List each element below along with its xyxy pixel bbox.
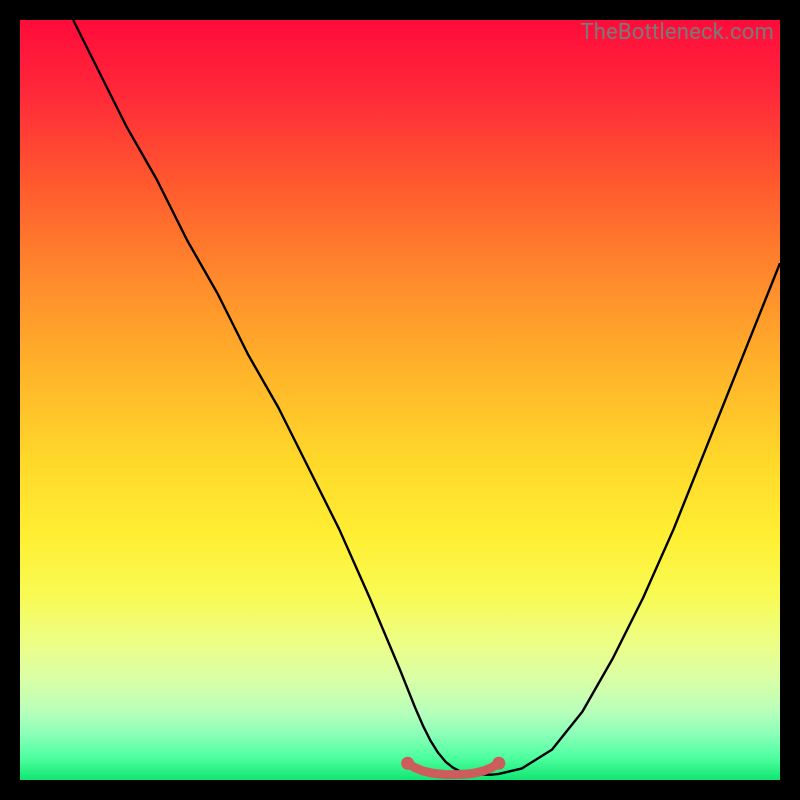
floor-marker-endpoint (492, 757, 505, 770)
chart-svg (20, 20, 780, 780)
watermark-text: TheBottleneck.com (580, 20, 774, 45)
chart-frame: TheBottleneck.com (20, 20, 780, 780)
floor-marker-endpoint (401, 757, 414, 770)
main-curve (73, 20, 780, 775)
